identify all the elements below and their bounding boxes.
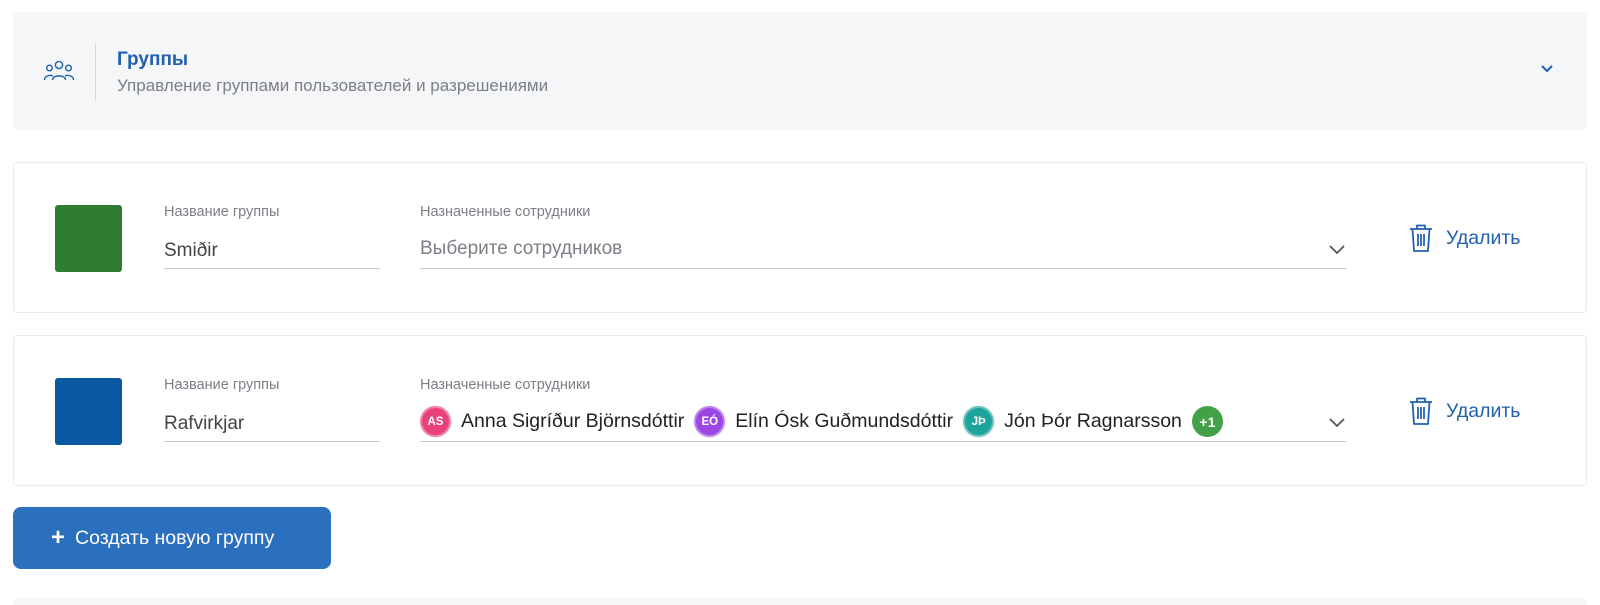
assigned-employees-label: Назначенные сотрудники <box>420 204 591 220</box>
employees-select[interactable]: AS Anna Sigríður Björnsdóttir EÓ Elín Ós… <box>420 402 1346 442</box>
create-group-button[interactable]: + Создать новую группу <box>13 507 331 569</box>
group-name-label: Название группы <box>164 377 280 393</box>
section-subtitle: Управление группами пользователей и разр… <box>117 76 549 95</box>
employee-chip[interactable]: EÓ Elín Ósk Guðmundsdóttir <box>694 406 953 437</box>
section-title: Группы <box>117 49 189 70</box>
group-color-swatch[interactable] <box>55 378 122 445</box>
avatar: AS <box>420 406 451 437</box>
group-name-label: Название группы <box>164 204 280 220</box>
create-group-label: Создать новую группу <box>75 526 275 549</box>
trash-icon <box>1410 224 1432 252</box>
chevron-down-icon[interactable] <box>1328 244 1346 256</box>
plus-icon: + <box>51 524 66 551</box>
employee-chip[interactable]: AS Anna Sigríður Björnsdóttir <box>420 406 684 437</box>
delete-label: Удалить <box>1446 399 1521 422</box>
chevron-down-icon[interactable] <box>1539 63 1555 75</box>
employees-select[interactable]: Выберите сотрудников <box>420 229 1346 269</box>
avatar: JÞ <box>963 406 995 437</box>
chevron-down-icon[interactable] <box>1328 417 1346 429</box>
next-section-edge <box>13 598 1587 605</box>
employee-name: Jón Þór Ragnarsson <box>1004 410 1182 432</box>
groups-section-header[interactable]: Группы Управление группами пользователей… <box>13 12 1587 130</box>
delete-group-button[interactable]: Удалить <box>1408 221 1520 255</box>
employee-name: Anna Sigríður Björnsdóttir <box>461 410 685 432</box>
users-group-icon <box>43 60 75 81</box>
employee-chip[interactable]: JÞ Jón Þór Ragnarsson <box>963 406 1182 437</box>
more-employees-badge[interactable]: +1 <box>1191 406 1223 437</box>
group-card: Название группы Назначенные сотрудники A… <box>13 335 1587 486</box>
group-color-swatch[interactable] <box>55 205 122 272</box>
employee-name: Elín Ósk Guðmundsdóttir <box>735 410 954 432</box>
delete-group-button[interactable]: Удалить <box>1408 394 1520 428</box>
assigned-employees-label: Назначенные сотрудники <box>420 377 591 393</box>
trash-icon <box>1410 397 1432 425</box>
group-name-input[interactable] <box>164 402 380 442</box>
group-card: Название группы Назначенные сотрудники В… <box>13 162 1587 313</box>
delete-label: Удалить <box>1446 226 1521 249</box>
employees-placeholder: Выберите сотрудников <box>420 237 623 259</box>
group-name-input[interactable] <box>164 229 380 269</box>
avatar: EÓ <box>694 406 726 437</box>
header-divider <box>95 44 96 100</box>
